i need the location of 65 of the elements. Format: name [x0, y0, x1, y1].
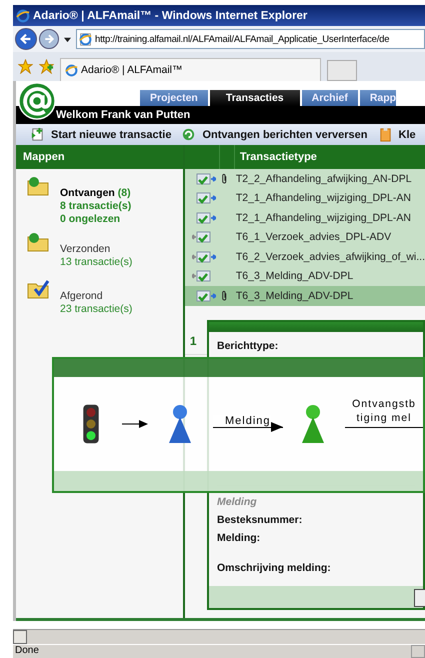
toolbar-button[interactable]: Kle [378, 127, 416, 142]
list-row[interactable]: T2_2_Afhandeling_afwijking_AN-DPL [184, 169, 425, 188]
nav-tab[interactable]: Rapp [360, 90, 396, 106]
list-row[interactable]: T2_1_Afhandeling_wijziging_DPL-AN [184, 208, 425, 228]
field-label: Besteksnummer: [217, 514, 304, 528]
list-row[interactable]: T2_1_Afhandeling_wijziging_DPL-AN [184, 188, 425, 208]
list-row[interactable]: T6_3_Melding_ADV-DPL [184, 266, 425, 286]
field-label: Berichttype: [217, 340, 280, 354]
arrow-icon [122, 419, 148, 429]
browser-tab[interactable]: Adario® | ALFAmail™ [60, 58, 321, 81]
folder-link[interactable]: Verzonden [60, 243, 132, 256]
toolbar-button[interactable]: Ontvangen berichten verversen [181, 127, 368, 142]
page-icon [79, 32, 92, 46]
transaction-type: T6_3_Melding_ADV-DPL [234, 270, 354, 282]
transaction-type: T6_2_Verzoek_advies_afwijking_of_wi... [234, 250, 425, 263]
column-header[interactable]: Transactietype [234, 151, 317, 163]
horizontal-scrollbar[interactable] [13, 629, 425, 644]
transaction-type: T2_1_Afhandeling_wijziging_DPL-AN [234, 212, 411, 224]
star-plus-icon [39, 59, 54, 74]
arrow-label: tiging mel [356, 410, 412, 424]
back-button[interactable] [15, 28, 37, 50]
pawn-figure-icon [167, 403, 193, 445]
forward-button[interactable] [39, 29, 59, 49]
traffic-light-icon [82, 404, 100, 444]
status-panel [411, 645, 425, 658]
list-row[interactable]: T6_2_Verzoek_advies_afwijking_of_wi... [184, 247, 425, 266]
clipboard-icon [378, 127, 392, 142]
arrow-left-icon [19, 32, 33, 46]
browser-logo-icon [16, 8, 30, 22]
toolbar-button[interactable]: Start nieuwe transactie [30, 127, 172, 142]
page-number[interactable]: 1 [190, 334, 197, 348]
list-row[interactable]: T6_1_Verzoek_advies_DPL-ADV [184, 228, 425, 247]
footer-button[interactable] [414, 589, 425, 607]
folder-count-text: 13 transactie(s) [60, 256, 132, 269]
address-field[interactable]: http://training.alfamail.nl/ALFAmail/ALFAmail_Applicatie_UserInterface/de [76, 29, 425, 49]
status-text: Done [14, 645, 39, 658]
folder-check-icon [26, 278, 50, 300]
transaction-type: T2_1_Afhandeling_wijziging_DPL-AN [234, 192, 411, 204]
field-label: Melding: [217, 532, 262, 546]
nav-tab[interactable]: Archief [302, 90, 358, 106]
field-label: Omschrijving melding: [217, 562, 332, 576]
caret-icon [64, 36, 71, 42]
scroll-left-button[interactable] [13, 630, 27, 644]
folder-link[interactable]: Afgerond [60, 290, 132, 303]
pane-title: Mappen [23, 151, 65, 163]
nav-tab[interactable]: Transacties [210, 90, 300, 106]
transaction-type: T6_3_Melding_ADV-DPL [234, 290, 354, 302]
folder-link[interactable]: Ontvangen (8) [60, 187, 132, 200]
browser-logo-icon [65, 64, 78, 76]
pawn-figure-icon [300, 403, 326, 445]
window-title: Adario® | ALFAmail™ - Windows Internet Explorer [33, 10, 308, 22]
transaction-type: T6_1_Verzoek_advies_DPL-ADV [234, 231, 392, 244]
list-row[interactable]: T6_3_Melding_ADV-DPL [184, 286, 425, 306]
section-title: Melding [217, 496, 258, 510]
transaction-type: T2_2_Afhandeling_afwijking_AN-DPL [234, 172, 412, 185]
nav-tab[interactable]: Projecten [140, 90, 208, 106]
star-icon [18, 59, 33, 74]
refresh-icon [181, 127, 196, 142]
arrow-label: Ontvangstb [351, 396, 417, 410]
folder-count-text: 0 ongelezen [60, 213, 122, 226]
folder-count-text: 23 transactie(s) [60, 303, 132, 316]
envelope-arrows-icon [192, 248, 216, 265]
arrow-right-icon [43, 33, 55, 45]
folder-count-text: 8 transactie(s) [60, 200, 132, 213]
welcome-text: Welkom Frank van Putten [56, 109, 190, 121]
